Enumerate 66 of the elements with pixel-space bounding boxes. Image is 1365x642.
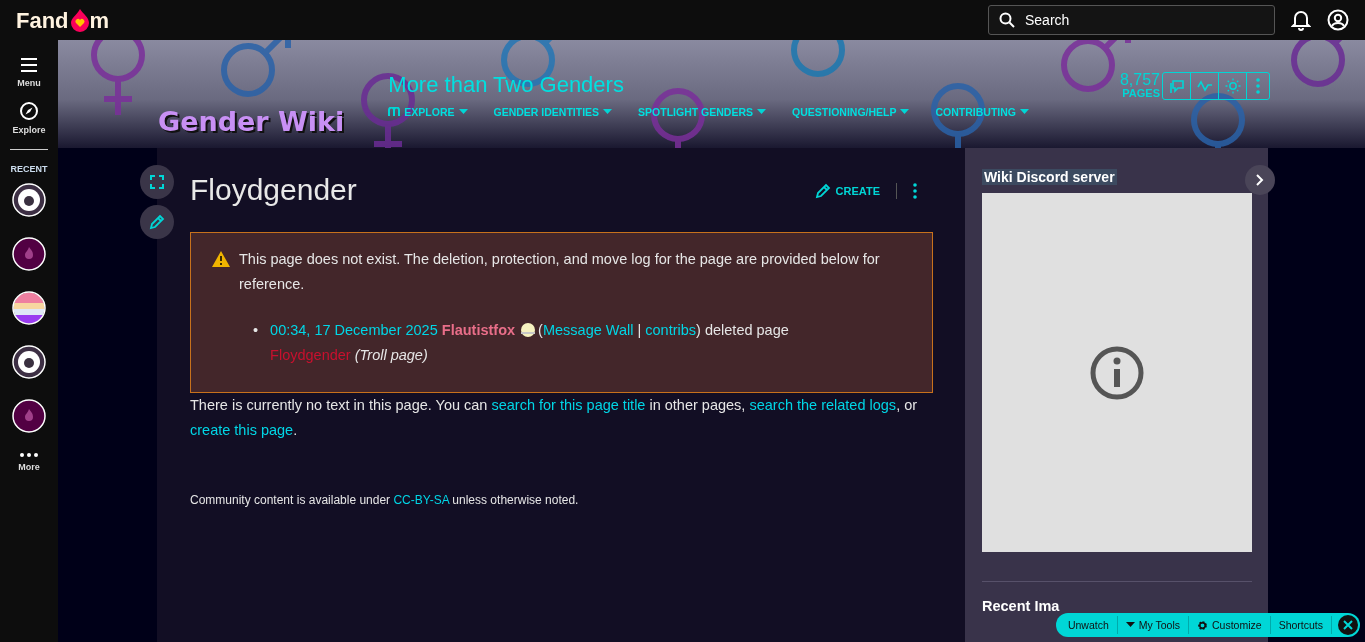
caret-icon	[603, 109, 613, 115]
notifications-icon[interactable]	[1291, 9, 1311, 31]
wiki-logo[interactable]: Gender Wiki	[158, 106, 345, 137]
compass-icon	[20, 102, 38, 120]
caret-icon	[1125, 622, 1135, 628]
caret-icon	[900, 109, 910, 115]
rail-item[interactable]: Menu	[17, 57, 41, 88]
search-field[interactable]: Search	[988, 5, 1275, 35]
nav-item[interactable]: GENDER IDENTITIES	[493, 106, 613, 118]
license-link[interactable]: CC-BY-SA	[393, 493, 449, 507]
recent-label: RECENT	[10, 164, 48, 174]
close-icon[interactable]	[1338, 615, 1358, 635]
body-text: There is currently no text in this page. You can search for this page title in other pages, search the related logs, or create this page.	[190, 396, 919, 440]
toolbar-item[interactable]: Customize	[1189, 616, 1271, 634]
fullscreen-button[interactable]	[140, 165, 174, 199]
expand-icon	[150, 175, 164, 189]
notice-text: This page does not exist. The deletion, protection, and move log for the page are provided below for reference.	[239, 250, 881, 294]
warning-icon	[211, 250, 231, 268]
search-icon	[999, 12, 1015, 28]
toolbar-item[interactable]: My Tools	[1117, 616, 1190, 634]
fandom-logo[interactable]: Fand m	[16, 8, 110, 32]
text-link[interactable]: contribs	[645, 322, 697, 338]
text-link[interactable]: 00:34, 17 December 2025	[270, 322, 438, 338]
nav-item[interactable]: EXPLORE	[388, 106, 468, 118]
page-title: Floydgender	[190, 172, 357, 208]
create-button[interactable]: CREATE	[814, 183, 880, 199]
toolbar-item[interactable]: Unwatch	[1059, 616, 1118, 634]
sun-icon	[1224, 78, 1241, 94]
kebab-icon[interactable]	[913, 183, 917, 199]
page-count: 8,757	[1119, 72, 1160, 88]
section-title: Recent Ima	[982, 598, 1060, 614]
menu-icon	[20, 57, 38, 73]
more-icon	[20, 453, 38, 457]
caret-icon	[1020, 109, 1029, 115]
gear-icon	[1197, 619, 1209, 631]
license-text: Community content is available under CC-BY-SA unless otherwise noted.	[190, 493, 580, 507]
text-link[interactable]: Message Wall	[542, 322, 634, 338]
book-icon	[388, 107, 401, 117]
rail-item[interactable]: Explore	[12, 102, 46, 135]
page-count-label: PAGES	[1122, 88, 1160, 99]
pencil-icon	[814, 183, 831, 199]
wiki-avatar-icon[interactable]	[12, 399, 46, 433]
pencil-icon	[149, 214, 165, 230]
log-entry: 00:34, 17 December 2025 Flautistfox (Message Wall | contribs) deleted page Floydgender (Troll page)	[270, 321, 790, 365]
avatar-icon	[521, 323, 536, 337]
bullet: •	[253, 321, 259, 340]
nav-item[interactable]: SPOTLIGHT GENDERS	[638, 106, 767, 118]
kebab-icon	[1256, 78, 1260, 94]
more-item[interactable]: More	[18, 453, 40, 472]
text-link[interactable]: create this page	[190, 422, 294, 438]
caret-icon	[458, 109, 468, 115]
user-icon[interactable]	[1327, 9, 1349, 31]
chat-icon	[1168, 78, 1185, 94]
nav-item[interactable]: CONTRIBUTING	[935, 106, 1029, 118]
collapse-button[interactable]	[1245, 165, 1275, 195]
info-icon	[1089, 344, 1145, 401]
chevron-icon	[1256, 174, 1264, 186]
toolbar-item[interactable]: Shortcuts	[1270, 616, 1332, 634]
wiki-avatar-icon[interactable]	[12, 237, 46, 271]
nav-item[interactable]: QUESTIONING/HELP	[792, 106, 910, 118]
activity-icon	[1196, 78, 1213, 94]
caret-icon	[757, 109, 767, 115]
edit-button[interactable]	[140, 205, 174, 239]
user-link[interactable]: Flautistfox	[437, 322, 516, 338]
widget-title: Wiki Discord server	[982, 169, 1117, 185]
text-link[interactable]: search for this page title	[491, 397, 646, 413]
